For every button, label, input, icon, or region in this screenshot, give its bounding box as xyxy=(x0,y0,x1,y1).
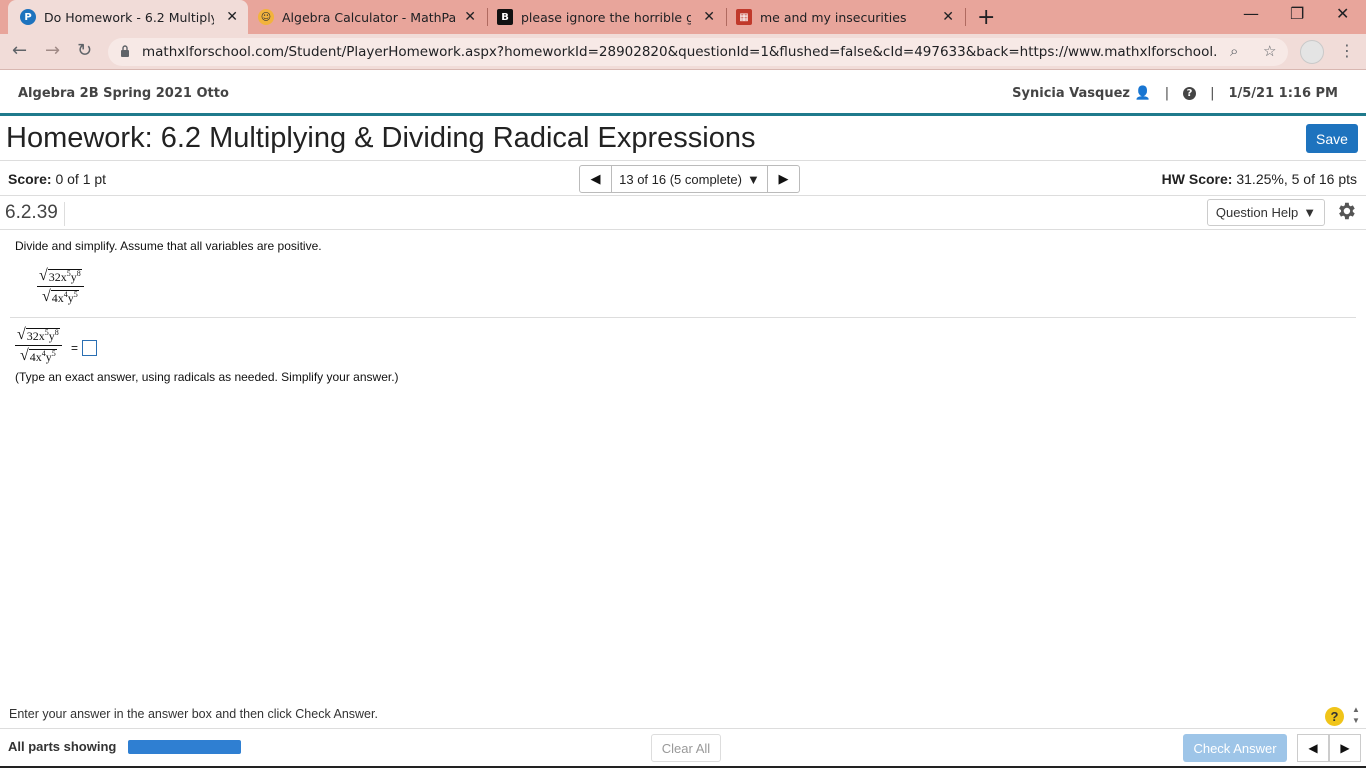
tab-insecurities[interactable]: ▦ me and my insecurities ✕ xyxy=(728,0,964,34)
equals-sign: = xyxy=(71,341,79,355)
course-name: Algebra 2B Spring 2021 Otto xyxy=(18,86,229,101)
divider: | xyxy=(1210,86,1215,101)
restore-icon[interactable]: ❐ xyxy=(1290,4,1304,23)
fraction-numerator: √ 32x5y8 xyxy=(39,267,82,284)
back-icon[interactable]: ← xyxy=(12,40,27,61)
question-number: 6.2.39 xyxy=(5,202,65,226)
bookmark-star-icon[interactable]: ☆ xyxy=(1263,42,1276,60)
answer-input[interactable] xyxy=(82,340,97,356)
check-answer-button[interactable]: Check Answer xyxy=(1183,734,1287,762)
parts-label: All parts showing xyxy=(8,739,117,754)
scroll-arrows[interactable]: ▲ ▼ xyxy=(1352,704,1360,726)
tab-title: me and my insecurities xyxy=(760,9,907,25)
gear-icon[interactable] xyxy=(1335,200,1357,222)
reload-icon[interactable]: ↻ xyxy=(77,40,92,61)
dropdown-caret-icon: ▼ xyxy=(746,171,760,187)
browser-menu-icon[interactable]: ⋮ xyxy=(1339,41,1355,60)
next-question-button[interactable]: ▶ xyxy=(767,166,799,192)
tab-do-homework[interactable]: P Do Homework - 6.2 Multiplying & ✕ xyxy=(8,0,248,34)
mathpapa-icon: ☺ xyxy=(258,9,274,25)
new-tab-icon[interactable]: + xyxy=(977,5,995,30)
section-divider xyxy=(10,317,1356,318)
dropdown-caret-icon: ▼ xyxy=(1303,205,1317,220)
help-icon[interactable]: ? xyxy=(1325,707,1344,726)
lock-icon xyxy=(121,45,129,57)
zoom-icon[interactable]: ⌕ xyxy=(1230,42,1238,60)
course-header: Algebra 2B Spring 2021 Otto Synicia Vasq… xyxy=(0,71,1366,116)
help-icon[interactable]: ? xyxy=(1183,87,1197,100)
fraction-numerator: √ 32x5y8 xyxy=(17,326,60,343)
hw-score: HW Score: 31.25%, 5 of 16 pts xyxy=(1161,171,1357,187)
answer-radical-fraction: √ 32x5y8 √ 4x4y5 xyxy=(15,327,62,364)
question-selector[interactable]: 13 of 16 (5 complete) ▼ xyxy=(612,166,767,192)
forward-icon[interactable]: → xyxy=(45,40,60,61)
close-icon[interactable]: ✕ xyxy=(464,9,476,25)
page-title: Homework: 6.2 Multiplying & Dividing Rad… xyxy=(6,122,756,154)
divider: | xyxy=(1164,86,1170,101)
url-text: mathxlforschool.com/Student/PlayerHomewo… xyxy=(142,44,1217,60)
previous-part-button[interactable]: ◀ xyxy=(1297,734,1329,762)
tab-title: please ignore the horrible grade xyxy=(521,9,691,25)
score-row: Score: 0 of 1 pt ◀ 13 of 16 (5 complete)… xyxy=(0,160,1366,196)
user-name[interactable]: Synicia Vasquez 👤 xyxy=(1012,86,1151,101)
fraction-denominator: √ 4x4y5 xyxy=(42,288,79,305)
question-help-button[interactable]: Question Help ▼ xyxy=(1207,199,1325,226)
question-pager: ◀ 13 of 16 (5 complete) ▼ ▶ xyxy=(579,165,800,193)
radical-fraction: √ 32x5y8 √ 4x4y5 xyxy=(37,268,84,305)
tab-title: Do Homework - 6.2 Multiplying & xyxy=(44,9,214,25)
close-icon[interactable]: ✕ xyxy=(226,9,238,25)
answer-hint: (Type an exact answer, using radicals as… xyxy=(15,370,399,384)
close-icon[interactable]: ✕ xyxy=(942,9,954,25)
url-field[interactable]: mathxlforschool.com/Student/PlayerHomewo… xyxy=(108,38,1288,66)
footer-instruction: Enter your answer in the answer box and … xyxy=(9,707,378,721)
photo-icon: ▦ xyxy=(736,9,752,25)
score: Score: 0 of 1 pt xyxy=(8,171,107,187)
profile-avatar[interactable] xyxy=(1300,40,1324,64)
question-prompt: Divide and simplify. Assume that all var… xyxy=(15,239,322,253)
brainly-icon: B xyxy=(497,9,513,25)
browser-tab-strip: P Do Homework - 6.2 Multiplying & ✕ ☺ Al… xyxy=(0,0,1366,34)
mathxl-icon: P xyxy=(20,9,36,25)
minimize-icon[interactable]: — xyxy=(1243,4,1259,23)
tab-separator xyxy=(965,8,966,26)
fraction-bar xyxy=(15,345,62,346)
tab-separator xyxy=(487,8,488,26)
close-window-icon[interactable]: ✕ xyxy=(1336,4,1349,23)
tab-mathpapa[interactable]: ☺ Algebra Calculator - MathPapa ✕ xyxy=(250,0,486,34)
tab-title: Algebra Calculator - MathPapa xyxy=(282,9,457,25)
parts-progress-bar xyxy=(128,740,241,754)
fraction-bar xyxy=(37,286,84,287)
tab-separator xyxy=(726,8,727,26)
user-area: Synicia Vasquez 👤 | ? | 1/5/21 1:16 PM xyxy=(1012,86,1338,101)
fraction-denominator: √ 4x4y5 xyxy=(20,347,57,364)
next-part-button[interactable]: ▶ xyxy=(1329,734,1361,762)
bottom-toolbar: All parts showing Clear All Check Answer… xyxy=(0,728,1366,768)
user-icon: 👤 xyxy=(1134,86,1151,101)
clear-all-button[interactable]: Clear All xyxy=(651,734,721,762)
save-button[interactable]: Save xyxy=(1306,124,1358,153)
address-bar: ← → ↻ mathxlforschool.com/Student/Player… xyxy=(0,34,1366,70)
previous-question-button[interactable]: ◀ xyxy=(580,166,612,192)
tab-brainly[interactable]: B please ignore the horrible grade ✕ xyxy=(489,0,725,34)
close-icon[interactable]: ✕ xyxy=(703,9,715,25)
datetime: 1/5/21 1:16 PM xyxy=(1228,86,1338,101)
question-header: 6.2.39 Question Help ▼ xyxy=(0,196,1366,230)
